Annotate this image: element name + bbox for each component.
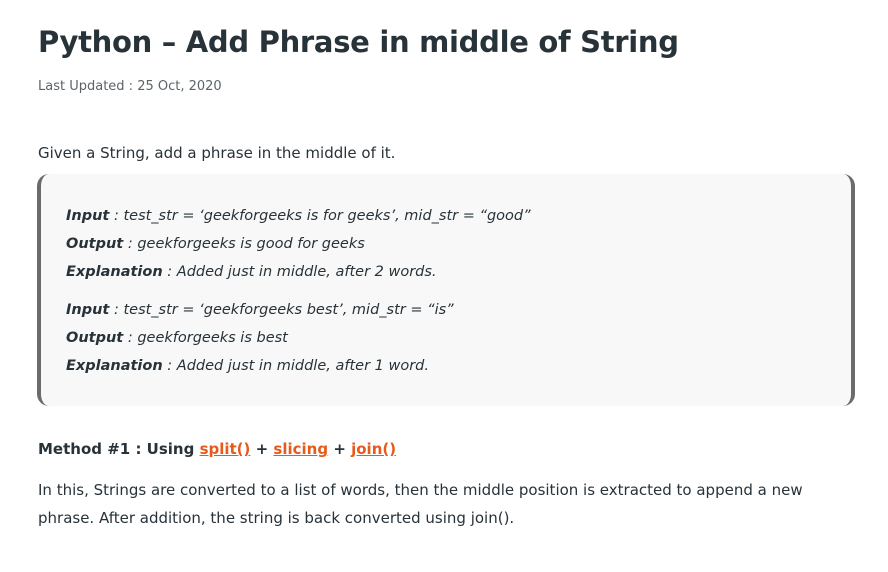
- join-link[interactable]: join(): [351, 440, 396, 458]
- split-link[interactable]: split(): [200, 440, 251, 458]
- output-value: : geekforgeeks is good for geeks: [123, 236, 365, 252]
- page-title: Python – Add Phrase in middle of String: [38, 25, 679, 59]
- example-group: Input : test_str = ‘geekforgeeks is for …: [66, 202, 531, 286]
- method-prefix: Method #1 : Using: [38, 440, 200, 458]
- example-explanation-line: Explanation : Added just in middle, afte…: [66, 258, 531, 286]
- input-label: Input: [66, 302, 110, 318]
- example-group: Input : test_str = ‘geekforgeeks best’, …: [66, 296, 454, 380]
- example-explanation-line: Explanation : Added just in middle, afte…: [66, 352, 454, 380]
- method-heading: Method #1 : Using split() + slicing + jo…: [38, 438, 396, 460]
- output-value: : geekforgeeks is best: [123, 330, 288, 346]
- explanation-value: : Added just in middle, after 1 word.: [162, 358, 429, 374]
- input-label: Input: [66, 208, 110, 224]
- slicing-link[interactable]: slicing: [273, 440, 328, 458]
- explanation-label: Explanation: [66, 358, 163, 374]
- example-output-line: Output : geekforgeeks is best: [66, 324, 454, 352]
- example-output-line: Output : geekforgeeks is good for geeks: [66, 230, 531, 258]
- explanation-value: : Added just in middle, after 2 words.: [162, 264, 437, 280]
- input-value: : test_str = ‘geekforgeeks best’, mid_st…: [109, 302, 454, 318]
- example-box: Input : test_str = ‘geekforgeeks is for …: [37, 174, 855, 406]
- intro-paragraph: Given a String, add a phrase in the midd…: [38, 144, 396, 162]
- plus-separator: +: [328, 440, 352, 458]
- last-updated-text: Last Updated : 25 Oct, 2020: [38, 79, 222, 94]
- output-label: Output: [66, 330, 124, 346]
- input-value: : test_str = ‘geekforgeeks is for geeks’…: [109, 208, 531, 224]
- explanation-label: Explanation: [66, 264, 163, 280]
- example-input-line: Input : test_str = ‘geekforgeeks is for …: [66, 202, 531, 230]
- plus-separator: +: [250, 440, 274, 458]
- method-description: In this, Strings are converted to a list…: [38, 481, 803, 527]
- example-input-line: Input : test_str = ‘geekforgeeks best’, …: [66, 296, 454, 324]
- output-label: Output: [66, 236, 124, 252]
